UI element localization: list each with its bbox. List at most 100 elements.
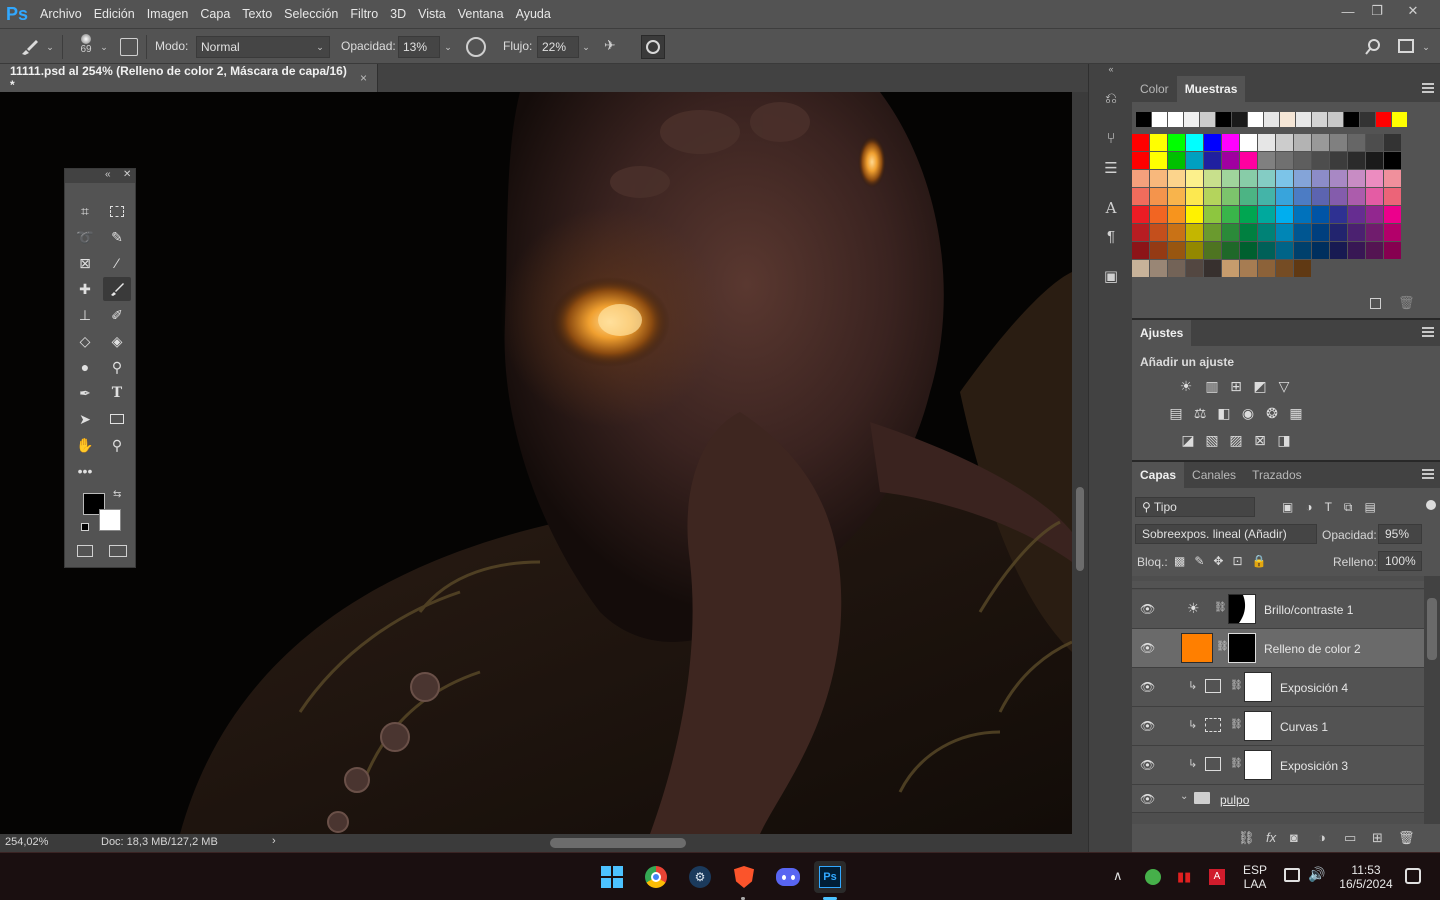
link-icon[interactable]: ⛓ — [1214, 602, 1227, 613]
color-swatch[interactable] — [1276, 152, 1293, 169]
layer-mask-thumb[interactable] — [1244, 750, 1272, 780]
color-balance-icon[interactable]: ⚖ — [1190, 403, 1210, 423]
layer-row[interactable]: 👁 ↳ ⛓ Exposición 4 — [1132, 668, 1424, 707]
color-swatch[interactable] — [1186, 206, 1203, 223]
tab-paths[interactable]: Trazados — [1244, 462, 1310, 488]
color-swatch[interactable] — [1150, 206, 1167, 223]
color-swatch[interactable] — [1384, 188, 1401, 205]
color-swatch[interactable] — [1330, 152, 1347, 169]
color-swatch[interactable] — [1294, 152, 1311, 169]
color-swatch[interactable] — [1222, 170, 1239, 187]
color-swatch[interactable] — [1312, 206, 1329, 223]
zoom-level[interactable]: 254,02% — [5, 836, 48, 848]
visibility-eye-icon[interactable]: 👁 — [1140, 758, 1155, 772]
color-swatch[interactable] — [1294, 224, 1311, 241]
color-swatch[interactable] — [1222, 206, 1239, 223]
color-swatch[interactable] — [1204, 206, 1221, 223]
color-swatch[interactable] — [1186, 188, 1203, 205]
eyedropper-tool-icon[interactable]: ⁄ — [103, 251, 131, 275]
photoshop-taskbar-icon[interactable]: Ps — [814, 861, 846, 893]
expand-panels-icon[interactable]: « — [1089, 64, 1133, 74]
tab-swatches[interactable]: Muestras — [1176, 76, 1246, 102]
threshold-icon[interactable]: ▨ — [1226, 430, 1246, 450]
brush-picker[interactable]: 69 — [76, 33, 96, 59]
color-swatch[interactable] — [1204, 134, 1221, 151]
color-swatch[interactable] — [1276, 188, 1293, 205]
tray-adobe-icon[interactable]: A — [1209, 869, 1225, 885]
healing-tool-icon[interactable]: ✚ — [71, 277, 99, 301]
recent-swatch[interactable] — [1376, 112, 1391, 127]
link-icon[interactable]: ⛓ — [1216, 641, 1229, 652]
tab-layers[interactable]: Capas — [1132, 462, 1185, 488]
color-swatch[interactable] — [1204, 170, 1221, 187]
eraser-tool-icon[interactable]: ◇ — [71, 329, 99, 353]
color-swatch[interactable] — [1276, 134, 1293, 151]
recent-swatch[interactable] — [1216, 112, 1231, 127]
color-swatch[interactable] — [1348, 152, 1365, 169]
color-swatch[interactable] — [1150, 188, 1167, 205]
menu-imagen[interactable]: Imagen — [141, 0, 195, 28]
chrome-icon[interactable] — [640, 861, 672, 893]
menu-capa[interactable]: Capa — [194, 0, 236, 28]
visibility-eye-icon[interactable]: 👁 — [1140, 641, 1155, 655]
color-swatch[interactable] — [1294, 242, 1311, 259]
layer-row[interactable]: 👁 ↳ ⛓ Exposición 3 — [1132, 746, 1424, 785]
color-swatch[interactable] — [1312, 242, 1329, 259]
layer-opacity-field[interactable]: 95% — [1378, 524, 1422, 544]
color-swatch[interactable] — [1150, 224, 1167, 241]
new-layer-icon[interactable]: ⊞ — [1372, 830, 1383, 846]
horizontal-scroll-thumb[interactable] — [550, 838, 686, 848]
color-swatch[interactable] — [1384, 170, 1401, 187]
tray-audio-icon[interactable]: ▮▮ — [1177, 869, 1193, 885]
layer-mask-thumb[interactable] — [1244, 711, 1272, 741]
gradient-map-icon[interactable]: ◨ — [1274, 430, 1294, 450]
recent-swatch[interactable] — [1248, 112, 1263, 127]
color-swatch[interactable] — [1294, 170, 1311, 187]
color-swatch[interactable] — [1240, 206, 1257, 223]
recent-swatch[interactable] — [1232, 112, 1247, 127]
background-color-swatch[interactable] — [99, 509, 121, 531]
color-swatch[interactable] — [1168, 188, 1185, 205]
language-indicator[interactable]: ESP LAA — [1240, 863, 1270, 891]
quick-mask-icon[interactable] — [77, 545, 93, 557]
network-icon[interactable] — [1284, 868, 1300, 882]
color-swatch[interactable] — [1366, 134, 1383, 151]
fx-icon[interactable]: fx — [1266, 830, 1276, 845]
layer-name[interactable]: Brillo/contraste 1 — [1264, 603, 1353, 617]
volume-icon[interactable]: 🔊 — [1308, 866, 1325, 883]
recent-swatch[interactable] — [1360, 112, 1375, 127]
brush-picker-dropdown[interactable]: ⌄ — [96, 36, 112, 58]
frame-tool-icon[interactable]: ⊠ — [71, 251, 99, 275]
toolbox-header[interactable]: « ✕ — [65, 169, 135, 183]
color-swatch[interactable] — [1312, 134, 1329, 151]
brush-settings-panel-icon[interactable]: ⑂ — [1099, 126, 1123, 150]
new-swatch-icon[interactable] — [1370, 298, 1381, 309]
color-swatch[interactable] — [1132, 242, 1149, 259]
link-icon[interactable]: ⛓ — [1230, 680, 1243, 691]
steam-icon[interactable]: ⚙ — [684, 861, 716, 893]
visibility-eye-icon[interactable]: 👁 — [1140, 792, 1155, 806]
zoom-tool-icon[interactable]: ⚲ — [103, 433, 131, 457]
layers-menu-icon[interactable] — [1422, 469, 1434, 479]
color-swatch[interactable] — [1330, 224, 1347, 241]
recent-swatch[interactable] — [1312, 112, 1327, 127]
swap-colors-icon[interactable]: ⇆ — [113, 489, 121, 500]
color-swatch[interactable] — [1312, 170, 1329, 187]
lock-icons[interactable]: ▩✎✥⊡🔒 — [1174, 554, 1275, 568]
photo-filter-icon[interactable]: ◉ — [1238, 403, 1258, 423]
color-swatch[interactable] — [1150, 134, 1167, 151]
link-layers-icon[interactable]: ⛓ — [1238, 830, 1255, 846]
fill-field[interactable]: 100% — [1378, 551, 1422, 571]
marquee-tool-icon[interactable] — [103, 199, 131, 223]
workspace-dropdown[interactable]: ⌄ — [1418, 36, 1434, 58]
history-icon[interactable]: ⎌ — [1099, 86, 1123, 110]
menu-archivo[interactable]: Archivo — [34, 0, 88, 28]
color-swatch[interactable] — [1312, 224, 1329, 241]
color-swatch[interactable] — [1150, 170, 1167, 187]
menu-3d[interactable]: 3D — [384, 0, 412, 28]
type-tool-icon[interactable]: T — [103, 381, 131, 405]
layer-row[interactable]: 👁 ☀ ⛓ Brillo/contraste 1 — [1132, 590, 1424, 629]
recent-swatch[interactable] — [1264, 112, 1279, 127]
link-icon[interactable]: ⛓ — [1230, 758, 1243, 769]
mode-select[interactable]: Normal — [196, 36, 330, 58]
